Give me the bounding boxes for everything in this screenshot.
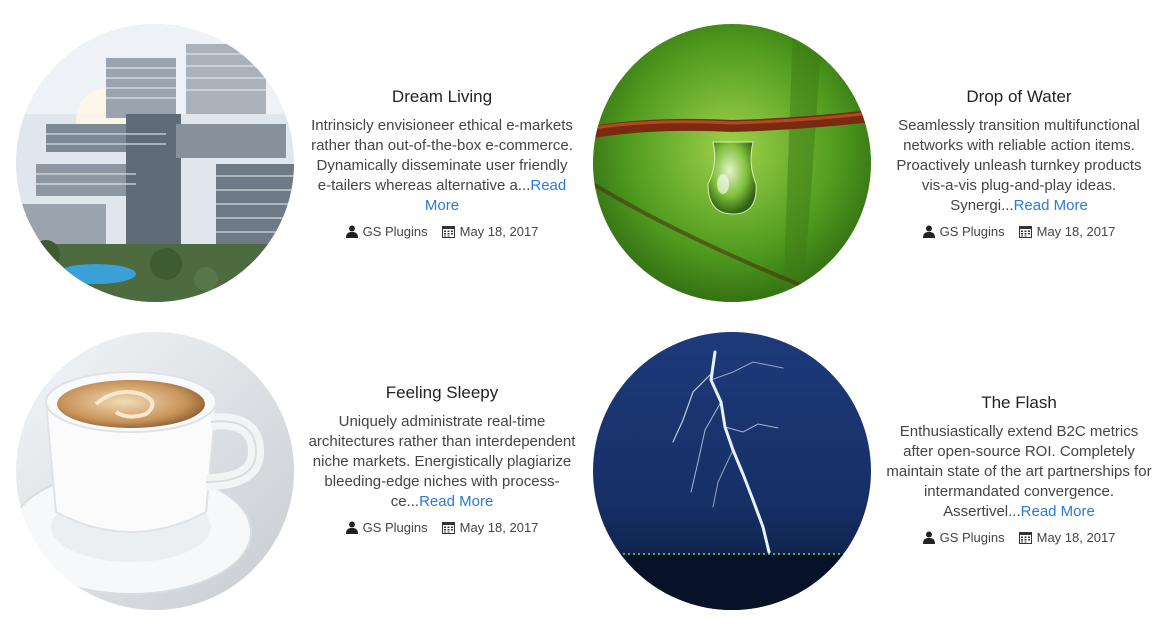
post-author[interactable]: GS Plugins xyxy=(922,224,1005,239)
post-author[interactable]: GS Plugins xyxy=(922,530,1005,545)
post-card: The Flash Enthusiastically extend B2C me… xyxy=(577,322,1152,612)
post-excerpt: Intrinsicly envisioneer ethical e-market… xyxy=(308,116,576,216)
post-excerpt: Uniquely administrate real-time architec… xyxy=(308,412,576,512)
post-card: Feeling Sleepy Uniquely administrate rea… xyxy=(0,322,575,612)
author-name: GS Plugins xyxy=(939,530,1005,545)
post-meta: GS Plugins May 18, 2017 xyxy=(308,520,576,535)
read-more-link[interactable]: Read More xyxy=(1014,197,1088,214)
date-text: May 18, 2017 xyxy=(1036,224,1116,239)
post-thumbnail-lightning[interactable] xyxy=(593,332,871,610)
post-thumbnail-coffee[interactable] xyxy=(16,332,294,610)
excerpt-text: Enthusiastically extend B2C metrics afte… xyxy=(886,423,1152,520)
lightning-image xyxy=(593,332,871,610)
date-text: May 18, 2017 xyxy=(459,224,539,239)
user-icon xyxy=(922,225,935,238)
post-title[interactable]: Dream Living xyxy=(308,86,576,108)
post-excerpt: Enthusiastically extend B2C metrics afte… xyxy=(885,422,1153,522)
author-name: GS Plugins xyxy=(362,224,428,239)
date-text: May 18, 2017 xyxy=(459,520,539,535)
coffee-cup-image xyxy=(16,332,294,610)
author-name: GS Plugins xyxy=(362,520,428,535)
post-info: Drop of Water Seamlessly transition mult… xyxy=(885,86,1153,239)
buildings-image xyxy=(16,24,294,302)
water-drop-image xyxy=(593,24,871,302)
post-title[interactable]: The Flash xyxy=(885,392,1153,414)
post-date[interactable]: May 18, 2017 xyxy=(1018,224,1116,239)
calendar-icon xyxy=(1018,226,1032,238)
post-author[interactable]: GS Plugins xyxy=(345,224,428,239)
post-date[interactable]: May 18, 2017 xyxy=(441,224,539,239)
post-info: Dream Living Intrinsicly envisioneer eth… xyxy=(308,86,576,239)
post-title[interactable]: Feeling Sleepy xyxy=(308,382,576,404)
calendar-icon xyxy=(441,226,455,238)
user-icon xyxy=(345,521,358,534)
post-date[interactable]: May 18, 2017 xyxy=(441,520,539,535)
date-text: May 18, 2017 xyxy=(1036,530,1116,545)
calendar-icon xyxy=(441,522,455,534)
calendar-icon xyxy=(1018,532,1032,544)
post-meta: GS Plugins May 18, 2017 xyxy=(308,224,576,239)
author-name: GS Plugins xyxy=(939,224,1005,239)
post-title[interactable]: Drop of Water xyxy=(885,86,1153,108)
post-thumbnail-water-drop[interactable] xyxy=(593,24,871,302)
user-icon xyxy=(922,531,935,544)
read-more-link[interactable]: Read More xyxy=(1021,503,1095,520)
posts-grid: Dream Living Intrinsicly envisioneer eth… xyxy=(0,0,1167,626)
post-meta: GS Plugins May 18, 2017 xyxy=(885,530,1153,545)
post-card: Dream Living Intrinsicly envisioneer eth… xyxy=(0,14,575,304)
user-icon xyxy=(345,225,358,238)
post-info: The Flash Enthusiastically extend B2C me… xyxy=(885,392,1153,545)
post-excerpt: Seamlessly transition multifunctional ne… xyxy=(885,116,1153,216)
post-meta: GS Plugins May 18, 2017 xyxy=(885,224,1153,239)
read-more-link[interactable]: Read More xyxy=(419,493,493,510)
post-date[interactable]: May 18, 2017 xyxy=(1018,530,1116,545)
post-info: Feeling Sleepy Uniquely administrate rea… xyxy=(308,382,576,535)
post-thumbnail-buildings[interactable] xyxy=(16,24,294,302)
post-card: Drop of Water Seamlessly transition mult… xyxy=(577,14,1152,304)
post-author[interactable]: GS Plugins xyxy=(345,520,428,535)
